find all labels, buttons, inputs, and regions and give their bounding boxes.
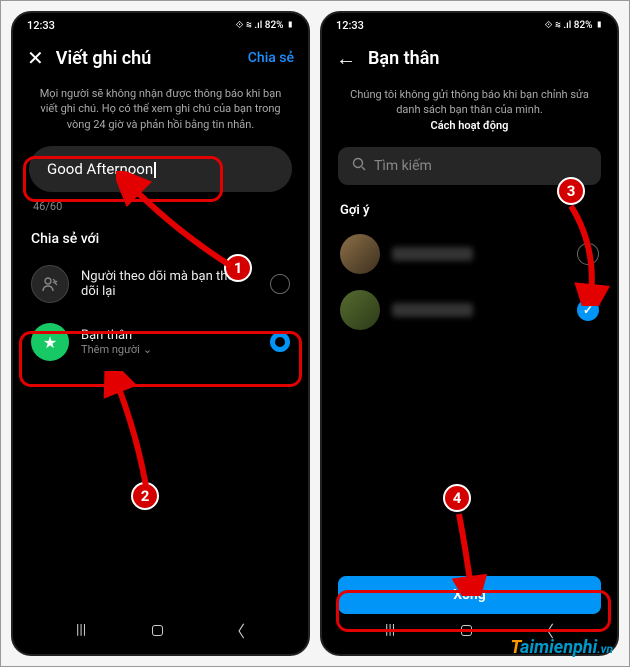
step-badge-1: 1: [224, 254, 252, 282]
nav-home-icon[interactable]: [152, 625, 163, 636]
step-badge-4: 4: [443, 484, 471, 512]
back-icon[interactable]: ✕: [27, 46, 44, 70]
status-icons: ⟐ ≋ .ıl 82% ▮: [236, 20, 294, 31]
char-counter: 46/60: [13, 192, 308, 221]
user-name-redacted: [392, 247, 473, 261]
user-name-redacted: [392, 303, 473, 317]
status-bar: 12:33 ⟐ ≋ .ıl 82% ▮: [322, 13, 617, 36]
close-friends-radio[interactable]: [270, 332, 290, 352]
status-icons: ⟐ ≋ .ıl 82% ▮: [545, 20, 603, 31]
how-it-works-link[interactable]: Cách hoạt động: [431, 119, 509, 132]
user-avatar: [340, 290, 380, 330]
user-select-checkbox[interactable]: [577, 243, 599, 265]
suggestion-user-row[interactable]: [322, 226, 617, 282]
nav-recent-icon[interactable]: |||: [76, 622, 86, 638]
status-time: 12:33: [336, 19, 364, 32]
phone-left-write-note: 12:33 ⟐ ≋ .ıl 82% ▮ ✕ Viết ghi chú Chia …: [11, 11, 310, 656]
note-text-input[interactable]: Good Afternoon: [29, 146, 292, 192]
user-avatar: [340, 234, 380, 274]
search-placeholder: Tìm kiếm: [374, 158, 432, 174]
add-people-link[interactable]: Thêm người ⌄: [81, 343, 258, 356]
suggestion-user-row[interactable]: ✓: [322, 282, 617, 338]
share-action[interactable]: Chia sẻ: [248, 50, 294, 66]
phone-right-close-friends: 12:33 ⟐ ≋ .ıl 82% ▮ ← Bạn thân Chúng tôi…: [320, 11, 619, 656]
info-text: Chúng tôi không gửi thông báo khi bạn ch…: [322, 81, 617, 147]
android-nav-bar: ||| 〈: [13, 606, 308, 654]
search-icon: [352, 157, 366, 175]
watermark: Taimienphi.vn: [511, 637, 613, 658]
note-value: Good Afternoon: [47, 160, 153, 178]
chevron-down-icon: ⌄: [143, 343, 152, 356]
followers-icon: [31, 265, 69, 303]
followers-radio[interactable]: [270, 274, 290, 294]
page-title: Bạn thân: [368, 48, 603, 69]
share-close-friends-row[interactable]: ★ Bạn thân Thêm người ⌄: [13, 313, 308, 371]
nav-home-icon[interactable]: [461, 625, 472, 636]
status-bar: 12:33 ⟐ ≋ .ıl 82% ▮: [13, 13, 308, 36]
page-title: Viết ghi chú: [56, 48, 236, 69]
info-text: Mọi người sẽ không nhận được thông báo k…: [13, 80, 308, 146]
nav-recent-icon[interactable]: |||: [385, 622, 395, 638]
share-followers-row[interactable]: Người theo dõi mà bạn theo dõi lại: [13, 255, 308, 313]
header: ✕ Viết ghi chú Chia sẻ: [13, 36, 308, 80]
status-time: 12:33: [27, 19, 55, 32]
user-select-checkbox-checked[interactable]: ✓: [577, 299, 599, 321]
nav-back-icon[interactable]: 〈: [229, 618, 245, 642]
step-badge-3: 3: [557, 177, 585, 205]
header: ← Bạn thân: [322, 36, 617, 81]
share-with-label: Chia sẻ với: [13, 221, 308, 255]
star-icon: ★: [31, 323, 69, 361]
step-badge-2: 2: [131, 482, 159, 510]
back-arrow-icon[interactable]: ←: [336, 46, 356, 71]
close-friends-title: Bạn thân: [81, 328, 258, 343]
